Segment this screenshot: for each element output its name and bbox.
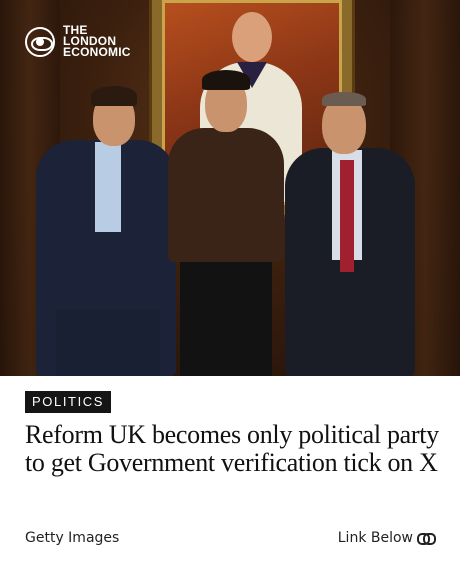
photo-credit: Getty Images: [25, 530, 120, 546]
article-photo: THE LONDON ECONOMIC: [0, 0, 460, 376]
eye-icon: [25, 26, 55, 57]
link-below[interactable]: Link Below: [337, 530, 436, 546]
link-icon: [417, 532, 436, 545]
category-tag: POLITICS: [25, 391, 112, 413]
headline: Reform UK becomes only political party t…: [25, 420, 439, 477]
link-label: Link Below: [337, 530, 413, 546]
brand-logo: THE LONDON ECONOMIC: [25, 24, 131, 59]
brand-name: THE LONDON ECONOMIC: [63, 24, 131, 59]
brand-line-3: ECONOMIC: [63, 45, 131, 59]
